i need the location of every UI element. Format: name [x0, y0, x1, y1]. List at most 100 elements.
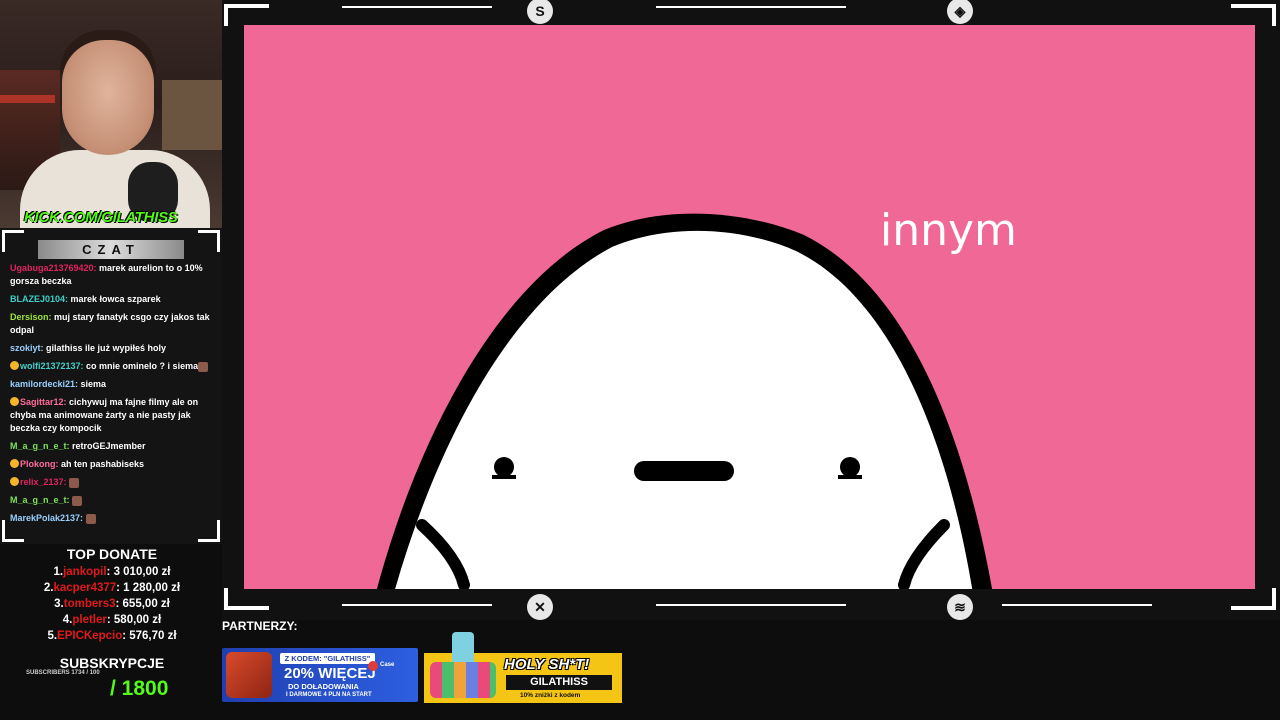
partner-banner-case[interactable]: Z KODEM: "GILATHISS" 20% WIĘCEJ DO DOŁAD… [222, 648, 418, 702]
donate-amount: : 580,00 zł [106, 614, 162, 626]
stripes-icon: ≋ [947, 594, 973, 620]
chat-message: Ugabuga213769420: marek aurelion to o 10… [10, 262, 212, 288]
donate-row: 5.EPICKepcio: 576,70 zł [0, 630, 224, 646]
donate-row: 4.pletler: 580,00 zł [0, 614, 224, 630]
donate-name: EPICKepcio [57, 630, 123, 642]
chat-message-list: Ugabuga213769420: marek aurelion to o 10… [10, 262, 212, 530]
chat-username[interactable]: BLAZEJ0104: [10, 294, 68, 304]
video-content: innym [244, 25, 1255, 589]
donate-rank: 5. [47, 630, 58, 642]
emote-icon [85, 513, 96, 524]
streamer-head [62, 40, 154, 155]
emoji-badge-icon [10, 477, 19, 486]
donate-amount: : 1 280,00 zł [116, 582, 181, 594]
frame-corner [1231, 4, 1276, 26]
promo-subline: DO DOŁADOWANIA [288, 682, 359, 691]
donate-name: jankopil [63, 566, 107, 578]
emote-icon [198, 361, 209, 372]
chat-corner [2, 230, 24, 252]
background-shelf-right [162, 80, 222, 150]
chat-message: Plokong: ah ten pashabiseks [10, 458, 212, 471]
chat-username[interactable]: Dersison: [10, 312, 52, 322]
chat-text: siema [78, 379, 107, 389]
holy-title: HOLY SH*T! [504, 656, 590, 673]
emote-icon [72, 495, 83, 506]
donate-amount: : 3 010,00 zł [106, 566, 171, 578]
frame-line [342, 6, 492, 8]
donate-amount: : 655,00 zł [115, 598, 170, 610]
chat-message: szokiyt: gilathiss ile już wypiłeś holy [10, 342, 212, 355]
crosshatch-icon: ✕ [527, 594, 553, 620]
chat-username[interactable]: Sagittar12: [20, 397, 67, 407]
emoji-badge-icon [10, 397, 19, 406]
led-strip [0, 95, 55, 103]
holy-discount-note: 10% zniżki z kodem [520, 692, 581, 699]
donate-row: 3.tombers3: 655,00 zł [0, 598, 224, 614]
chat-text: marek łowca szparek [68, 294, 161, 304]
holy-promo-code: GILATHISS [506, 675, 612, 690]
chat-username[interactable]: Plokong: [20, 459, 59, 469]
promo-code-label: Z KODEM: "GILATHISS" [280, 653, 375, 664]
donate-rank: 1. [53, 566, 64, 578]
frame-corner [224, 4, 269, 26]
frame-line [656, 604, 846, 606]
chat-username[interactable]: relix_2137: [20, 477, 67, 487]
donate-name: tombers3 [63, 598, 116, 610]
emoji-badge-icon [10, 361, 19, 370]
kick-url-label: KICK.COM/GILATHISS [24, 209, 178, 226]
cartoon-character [376, 213, 993, 589]
target-icon: ◈ [947, 0, 973, 24]
frame-line [656, 6, 846, 8]
chat-text: co mnie ominelo ? i siema [83, 361, 199, 371]
webcam-feed: KICK.COM/GILATHISS [0, 0, 222, 228]
chat-username[interactable]: Ugabuga213769420: [10, 263, 97, 273]
product-pack-icon [430, 632, 496, 700]
top-donate-title: TOP DONATE [66, 546, 158, 562]
chat-text: retroGEJmember [69, 441, 146, 451]
brand-logo-icon [368, 661, 378, 671]
partner-banner-holy[interactable]: HOLY SH*T! GILATHISS 10% zniżki z kodem [424, 632, 622, 703]
donate-row: 2.kacper4377: 1 280,00 zł [0, 582, 224, 598]
partners-label: PARTNERZY: [222, 619, 298, 633]
video-caption: innym [880, 205, 1017, 256]
chat-message: BLAZEJ0104: marek łowca szparek [10, 293, 212, 306]
chat-username[interactable]: M_a_g_n_e_t: [10, 441, 70, 451]
donate-rank: 3. [54, 598, 64, 610]
chat-username[interactable]: szokiyt: [10, 343, 44, 353]
chat-message: M_a_g_n_e_t: [10, 494, 212, 507]
top-donate-list: 1.jankopil: 3 010,00 zł 2.kacper4377: 1 2… [0, 566, 224, 646]
brand-name: Case [380, 662, 395, 668]
chat-panel: CZAT Ugabuga213769420: marek aurelion to… [0, 228, 222, 544]
logo-s-icon: S [527, 0, 553, 24]
frame-line [342, 604, 492, 606]
promo-headline: 20% WIĘCEJ [284, 665, 376, 682]
chat-username[interactable]: MarekPolak2137: [10, 513, 83, 523]
donate-amount: : 576,70 zł [122, 630, 177, 642]
subscriptions-goal: / 1800 [110, 677, 169, 700]
chat-message: MarekPolak2137: [10, 512, 212, 525]
frame-corner [224, 588, 269, 610]
chat-message: kamilordecki21: siema [10, 378, 212, 391]
donate-row: 1.jankopil: 3 010,00 zł [0, 566, 224, 582]
chat-message: Dersison: muj stary fanatyk csgo czy jak… [10, 311, 212, 337]
chat-username[interactable]: wolfi21372137: [20, 361, 84, 371]
frame-corner [1231, 588, 1276, 610]
chat-message: wolfi21372137: co mnie ominelo ? i siema [10, 360, 212, 373]
chat-message: relix_2137: [10, 476, 212, 489]
chat-username[interactable]: M_a_g_n_e_t: [10, 495, 70, 505]
subscribers-count: SUBSCRIBERS 1734 / 100 [26, 670, 100, 676]
donate-name: kacper4377 [53, 582, 117, 594]
emote-icon [69, 477, 80, 488]
subscriptions-title: SUBSKRYPCJE [59, 655, 165, 671]
frame-line [1002, 604, 1152, 606]
chat-username[interactable]: kamilordecki21: [10, 379, 78, 389]
chat-title: CZAT [38, 240, 184, 259]
chat-corner [198, 230, 220, 252]
donate-rank: 4. [62, 614, 73, 626]
donate-name: pletler [72, 614, 107, 626]
chat-text: ah ten pashabiseks [58, 459, 145, 469]
chat-message: M_a_g_n_e_t: retroGEJmember [10, 440, 212, 453]
chat-text: gilathiss ile już wypiłeś holy [43, 343, 167, 353]
chat-message: Sagittar12: cichywuj ma fajne filmy ale … [10, 396, 212, 435]
treasure-chest-icon [226, 652, 272, 698]
